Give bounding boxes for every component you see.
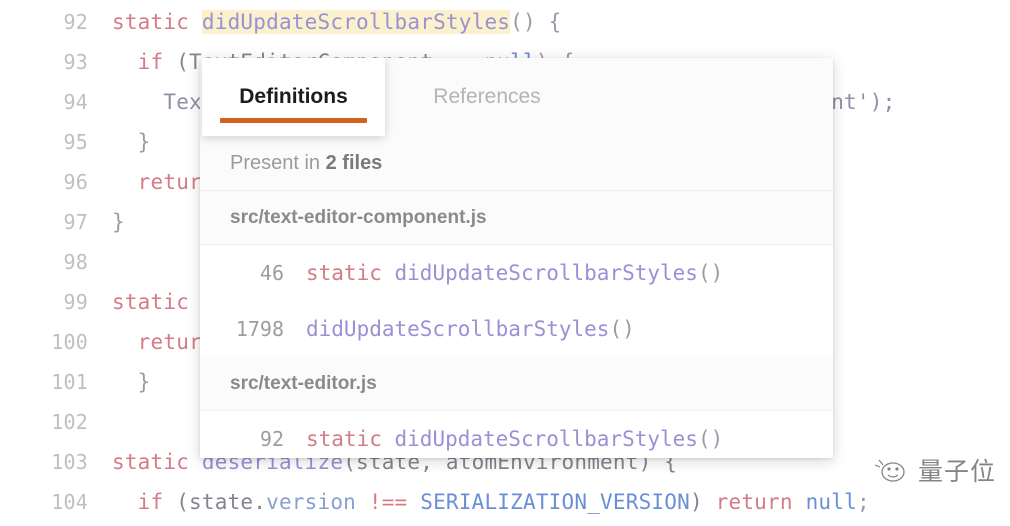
code-token: static bbox=[112, 10, 202, 34]
line-number: 98 bbox=[0, 242, 88, 282]
code-token: !== bbox=[356, 490, 420, 514]
code-token: null bbox=[806, 490, 857, 514]
code-token: ) bbox=[690, 490, 716, 514]
code-token: didUpdateScrollbarStyles bbox=[395, 427, 698, 451]
code-text: } bbox=[112, 362, 151, 402]
line-number: 103 bbox=[0, 442, 88, 482]
code-text: } bbox=[112, 202, 125, 242]
line-number: 93 bbox=[0, 42, 88, 82]
summary-file-count: 2 files bbox=[326, 152, 383, 174]
line-number: 94 bbox=[0, 82, 88, 122]
code-token: ; bbox=[857, 490, 870, 514]
code-token: didUpdateScrollbarStyles bbox=[202, 10, 510, 34]
code-token: version bbox=[266, 490, 356, 514]
line-number: 97 bbox=[0, 202, 88, 242]
line-number: 99 bbox=[0, 282, 88, 322]
tab-references[interactable]: References bbox=[392, 58, 582, 136]
code-token: return bbox=[716, 490, 806, 514]
code-token: () bbox=[698, 261, 723, 285]
code-line[interactable]: 104 if (state.version !== SERIALIZATION_… bbox=[0, 482, 1010, 522]
code-line[interactable]: 92 static didUpdateScrollbarStyles() { bbox=[0, 2, 1010, 42]
code-token: SERIALIZATION_VERSION bbox=[420, 490, 690, 514]
code-token: () bbox=[609, 317, 634, 341]
code-token: () { bbox=[510, 10, 561, 34]
code-token: if bbox=[112, 490, 176, 514]
code-text: } bbox=[112, 122, 151, 162]
tab-active-underline bbox=[220, 118, 367, 123]
result-code-snippet: didUpdateScrollbarStyles() bbox=[306, 317, 635, 341]
result-line-number: 92 bbox=[200, 411, 284, 458]
line-number: 101 bbox=[0, 362, 88, 402]
code-token: } bbox=[112, 130, 151, 154]
code-token: static bbox=[112, 290, 202, 314]
line-number: 92 bbox=[0, 2, 88, 42]
result-line-number: 46 bbox=[200, 245, 284, 301]
result-code-snippet: static didUpdateScrollbarStyles() bbox=[306, 261, 723, 285]
code-token: didUpdateScrollbarStyles bbox=[306, 317, 609, 341]
code-token: } bbox=[112, 210, 125, 234]
tab-definitions[interactable]: Definitions bbox=[202, 58, 385, 136]
code-token: () bbox=[698, 427, 723, 451]
result-file-header[interactable]: src/text-editor.js bbox=[200, 357, 833, 411]
line-number: 102 bbox=[0, 402, 88, 442]
code-text: if (state.version !== SERIALIZATION_VERS… bbox=[112, 482, 870, 522]
definitions-popup[interactable]: Definitions References Present in 2 files… bbox=[200, 58, 833, 458]
code-token: } bbox=[112, 370, 151, 394]
popup-summary: Present in 2 files bbox=[200, 136, 833, 191]
popup-results-list[interactable]: src/text-editor-component.js46 static did… bbox=[200, 191, 833, 458]
code-token: (state. bbox=[176, 490, 266, 514]
popup-tab-bar: Definitions References bbox=[200, 58, 833, 136]
result-file-header[interactable]: src/text-editor-component.js bbox=[200, 191, 833, 245]
result-code-snippet: static didUpdateScrollbarStyles() bbox=[306, 427, 723, 451]
code-text: static didUpdateScrollbarStyles() { bbox=[112, 2, 562, 42]
line-number: 95 bbox=[0, 122, 88, 162]
tab-label: References bbox=[433, 85, 540, 109]
result-line-number: 1798 bbox=[200, 301, 284, 357]
result-row[interactable]: 92 static didUpdateScrollbarStyles() bbox=[200, 411, 833, 458]
code-token: static bbox=[306, 261, 395, 285]
line-number: 104 bbox=[0, 482, 88, 522]
tab-label: Definitions bbox=[239, 85, 348, 109]
code-token: static bbox=[112, 450, 202, 474]
result-row[interactable]: 46 static didUpdateScrollbarStyles() bbox=[200, 245, 833, 301]
result-row[interactable]: 1798 didUpdateScrollbarStyles() bbox=[200, 301, 833, 357]
summary-prefix: Present in bbox=[230, 152, 326, 174]
code-token: static bbox=[306, 427, 395, 451]
line-number: 100 bbox=[0, 322, 88, 362]
line-number: 96 bbox=[0, 162, 88, 202]
code-token: didUpdateScrollbarStyles bbox=[395, 261, 698, 285]
code-token: if bbox=[112, 50, 176, 74]
